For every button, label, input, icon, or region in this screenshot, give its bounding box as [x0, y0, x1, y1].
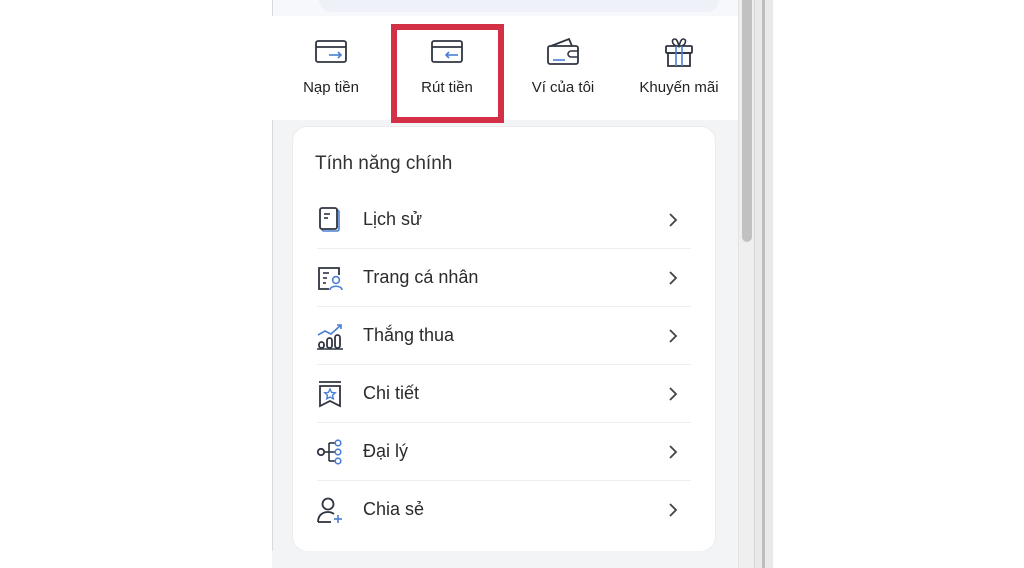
gift-icon: [665, 38, 693, 67]
promotions-button[interactable]: Khuyến mãi: [624, 34, 734, 114]
menu-item-agent[interactable]: Đại lý: [311, 423, 697, 481]
menu-item-label: Đại lý: [363, 441, 409, 461]
deposit-label: Nạp tiền: [303, 79, 359, 96]
profile-card-icon: [318, 267, 343, 291]
chevron-right-icon: [669, 387, 678, 401]
scrollbar-thumb[interactable]: [742, 0, 752, 242]
share-user-icon: [317, 497, 342, 523]
window-edge: [754, 0, 773, 568]
menu-item-label: Lịch sử: [363, 209, 423, 229]
menu-item-win-loss[interactable]: Thắng thua: [311, 307, 697, 365]
quick-actions-bar: Nạp tiền Rút tiền Ví của tôi Khuyến mãi: [272, 16, 738, 120]
wallet-icon: [547, 37, 579, 65]
menu-item-share[interactable]: Chia sẻ: [311, 481, 697, 539]
details-star-icon: [319, 381, 341, 408]
main-features-title: Tính năng chính: [315, 153, 453, 174]
withdraw-card-icon: [431, 40, 463, 63]
chevron-right-icon: [669, 329, 678, 343]
history-document-icon: [319, 207, 340, 232]
menu-item-label: Thắng thua: [363, 325, 455, 345]
agent-tree-icon: [316, 439, 342, 465]
promotions-label: Khuyến mãi: [639, 79, 719, 96]
screenshot-viewport: Nạp tiền Rút tiền Ví của tôi Khuyến mãi …: [0, 0, 1024, 568]
my-wallet-label: Ví của tôi: [531, 79, 595, 96]
chevron-right-icon: [669, 271, 678, 285]
win-loss-chart-icon: [317, 324, 343, 350]
menu-item-label: Chi tiết: [363, 383, 420, 403]
chevron-right-icon: [669, 503, 678, 517]
menu-item-label: Chia sẻ: [363, 499, 425, 519]
menu-item-profile[interactable]: Trang cá nhân: [311, 249, 697, 307]
chevron-right-icon: [669, 213, 678, 227]
chevron-right-icon: [669, 445, 678, 459]
vertical-scrollbar[interactable]: [738, 0, 755, 568]
withdraw-label: Rút tiền: [421, 79, 473, 96]
deposit-card-icon: [315, 40, 347, 63]
top-banner-edge: [273, 0, 739, 16]
deposit-button[interactable]: Nạp tiền: [276, 34, 386, 114]
bottom-area: [272, 551, 738, 568]
my-wallet-button[interactable]: Ví của tôi: [508, 34, 618, 114]
menu-item-history[interactable]: Lịch sử: [311, 191, 697, 249]
menu-item-label: Trang cá nhân: [363, 267, 479, 287]
main-features-card: Tính năng chính Lịch sử Trang cá nhân Th…: [293, 127, 715, 551]
withdraw-button[interactable]: Rút tiền: [392, 34, 502, 114]
menu-item-details[interactable]: Chi tiết: [311, 365, 697, 423]
